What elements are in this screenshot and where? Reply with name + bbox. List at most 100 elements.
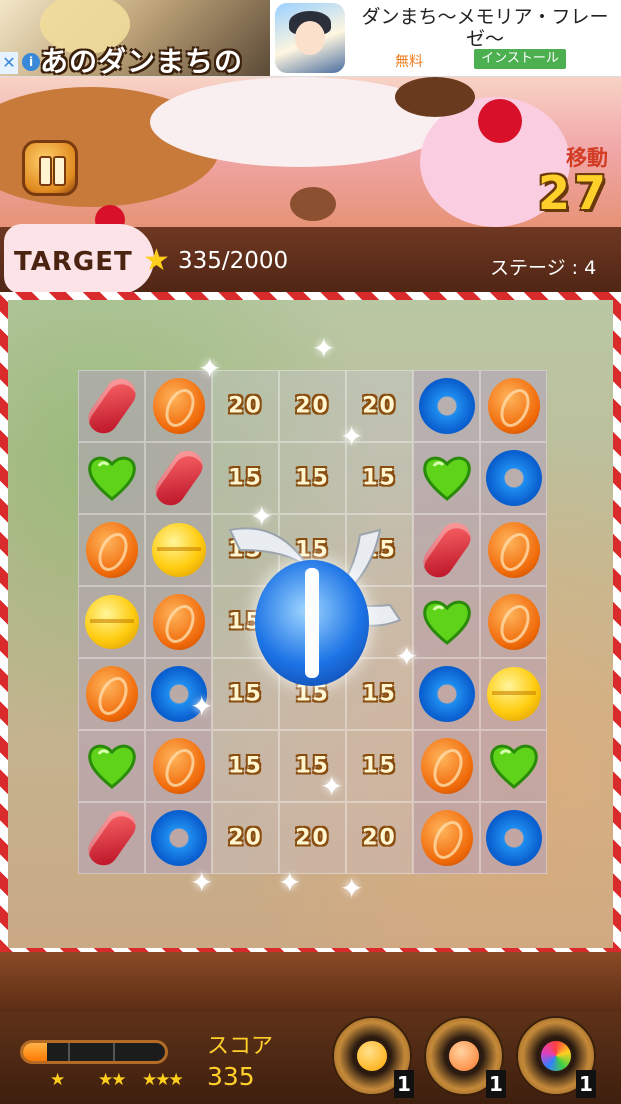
booster-count: 1 — [486, 1070, 506, 1098]
ad-banner-logo: あのダンまちの — [40, 45, 244, 76]
heart-candy-icon[interactable] — [86, 452, 138, 504]
board-cell[interactable] — [145, 442, 212, 514]
points-popup: 20 — [228, 393, 263, 419]
yellow-candy-icon[interactable] — [151, 523, 206, 577]
orange-candy-icon[interactable] — [85, 522, 138, 578]
points-popup: 20 — [362, 825, 397, 851]
board-cell[interactable]: 15 — [212, 730, 279, 802]
moves-remaining: 27 — [538, 166, 611, 220]
board-cell[interactable] — [480, 802, 547, 874]
sparkle-icon: ✦ — [312, 332, 336, 365]
jelly-candy-icon[interactable] — [82, 804, 141, 872]
orange-candy-icon[interactable] — [487, 522, 540, 578]
board-cell[interactable] — [480, 730, 547, 802]
points-popup: 15 — [228, 681, 263, 707]
target-label: TARGET — [14, 247, 133, 277]
heart-candy-icon[interactable] — [488, 740, 540, 792]
board-cell[interactable]: 15 — [279, 442, 346, 514]
board-cell[interactable] — [145, 802, 212, 874]
points-popup: 20 — [295, 825, 330, 851]
orange-candy-icon[interactable] — [152, 738, 205, 794]
info-icon[interactable]: i — [22, 53, 40, 71]
board-cell[interactable] — [480, 442, 547, 514]
points-popup: 15 — [228, 465, 263, 491]
board-cell[interactable]: 20 — [279, 370, 346, 442]
blue-candy-icon[interactable] — [485, 810, 542, 866]
orange-candy-icon[interactable] — [85, 666, 138, 722]
board-cell[interactable] — [145, 514, 212, 586]
board-cell[interactable] — [480, 514, 547, 586]
points-popup: 20 — [362, 393, 397, 419]
blue-candy-icon[interactable] — [418, 378, 475, 434]
board-cell[interactable]: 15 — [212, 658, 279, 730]
board-cell[interactable] — [78, 370, 145, 442]
pause-icon-bar-left — [39, 156, 52, 186]
points-popup: 15 — [295, 465, 330, 491]
board-cell[interactable]: 20 — [346, 802, 413, 874]
ad-title[interactable]: ダンまち〜メモリア・フレーゼ〜 — [355, 6, 615, 50]
blue-candy-icon[interactable] — [150, 810, 207, 866]
chocolate-drip-border — [0, 952, 621, 1014]
board-cell[interactable] — [78, 802, 145, 874]
jelly-candy-icon[interactable] — [417, 516, 476, 584]
striped-candy-special[interactable] — [255, 560, 369, 686]
board-cell[interactable] — [78, 730, 145, 802]
heart-candy-icon[interactable] — [421, 596, 473, 648]
orange-candy-icon[interactable] — [420, 738, 473, 794]
star-icon: ★ — [143, 243, 170, 278]
orange-candy-icon[interactable] — [152, 594, 205, 650]
heart-candy-icon[interactable] — [86, 740, 138, 792]
blue-candy-icon[interactable] — [485, 450, 542, 506]
ad-icon-face — [295, 21, 325, 55]
jelly-candy-icon[interactable] — [82, 372, 141, 440]
dessert-background — [0, 77, 621, 237]
ad-banner-image[interactable]: あのダンまちの — [0, 0, 270, 76]
board-cell[interactable]: 20 — [212, 370, 279, 442]
ad-banner[interactable]: あのダンまちの ✕ i ダンまち〜メモリア・フレーゼ〜 無料 インストール — [0, 0, 621, 77]
jelly-candy-icon[interactable] — [149, 444, 208, 512]
score-value: 335 — [207, 1062, 255, 1091]
board-cell[interactable]: 15 — [346, 730, 413, 802]
orange-candy-icon[interactable] — [487, 594, 540, 650]
blue-candy-icon[interactable] — [418, 666, 475, 722]
board-cell[interactable] — [145, 730, 212, 802]
points-popup: 20 — [228, 825, 263, 851]
board-cell[interactable] — [78, 658, 145, 730]
board-cell[interactable] — [413, 442, 480, 514]
install-button[interactable]: インストール — [474, 49, 566, 69]
board-cell[interactable] — [413, 730, 480, 802]
pause-icon-bar-right — [53, 156, 66, 186]
points-popup: 15 — [362, 681, 397, 707]
cherry-decoration — [478, 99, 522, 143]
board-cell[interactable] — [413, 586, 480, 658]
board-cell[interactable] — [78, 514, 145, 586]
orange-candy-icon[interactable] — [152, 378, 205, 434]
orange-candy-icon[interactable] — [420, 810, 473, 866]
board-cell[interactable] — [480, 586, 547, 658]
yellow-candy-icon[interactable] — [84, 595, 139, 649]
board-cell[interactable] — [78, 586, 145, 658]
board-cell[interactable] — [78, 442, 145, 514]
pause-button[interactable] — [22, 140, 78, 196]
orange-candy-icon[interactable] — [487, 378, 540, 434]
board-cell[interactable] — [413, 802, 480, 874]
board-cell[interactable]: 20 — [279, 802, 346, 874]
board-cell[interactable] — [413, 370, 480, 442]
ad-app-icon[interactable] — [275, 3, 345, 73]
sparkle-icon: ✦ — [278, 866, 302, 899]
board-cell[interactable] — [413, 514, 480, 586]
points-popup: 15 — [362, 753, 397, 779]
board-cell[interactable] — [480, 370, 547, 442]
close-icon[interactable]: ✕ — [0, 52, 18, 74]
yellow-candy-icon[interactable] — [486, 667, 541, 721]
board-cell[interactable] — [480, 658, 547, 730]
points-popup: 15 — [362, 465, 397, 491]
star-tier-2: ★★ — [98, 1070, 127, 1090]
board-cell[interactable]: 20 — [212, 802, 279, 874]
board-cell[interactable] — [145, 586, 212, 658]
sparkle-icon: ✦ — [198, 352, 222, 385]
sparkle-icon: ✦ — [340, 872, 364, 905]
sparkle-icon: ✦ — [395, 640, 419, 673]
heart-candy-icon[interactable] — [421, 452, 473, 504]
board-cell[interactable] — [413, 658, 480, 730]
